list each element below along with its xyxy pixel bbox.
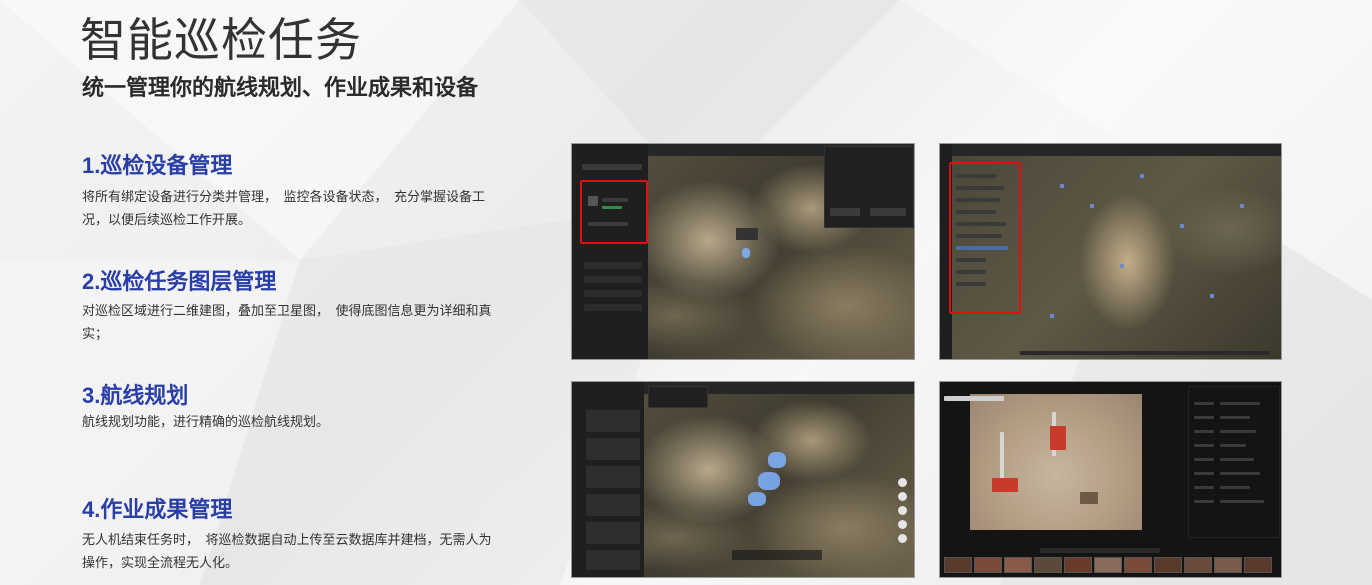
result-management-screenshot [939, 381, 1282, 578]
page-subtitle: 统一管理你的航线规划、作业成果和设备 [82, 75, 479, 100]
section-1-heading: 1.巡检设备管理 [82, 153, 233, 178]
viewer-toolbar [1040, 548, 1160, 553]
section-4-text: 无人机结束任务时， 将巡检数据自动上传至云数据库并建档，无需人为操作，实现全流程… [82, 532, 492, 570]
inspection-photo [970, 394, 1142, 530]
section-3-text: 航线规划功能，进行精确的巡检航线规划。 [82, 414, 330, 429]
section-2-text: 对巡检区域进行二维建图，叠加至卫星图， 使得底图信息更为详细和真实； [82, 303, 492, 341]
section-3-heading: 3.航线规划 [82, 383, 189, 408]
layer-management-screenshot [939, 143, 1282, 360]
layer-list-highlight [949, 162, 1021, 314]
result-detail-panel [1188, 386, 1280, 538]
device-management-screenshot [571, 143, 915, 360]
page-title: 智能巡检任务 [80, 14, 362, 66]
section-1-text: 将所有绑定设备进行分类并管理， 监控各设备状态， 充分掌握设备工况，以便后续巡检… [82, 189, 486, 227]
section-4-heading: 4.作业成果管理 [82, 497, 233, 522]
route-planning-screenshot [571, 381, 915, 578]
device-list-highlight [580, 180, 648, 244]
section-2-heading: 2.巡检任务图层管理 [82, 269, 277, 294]
